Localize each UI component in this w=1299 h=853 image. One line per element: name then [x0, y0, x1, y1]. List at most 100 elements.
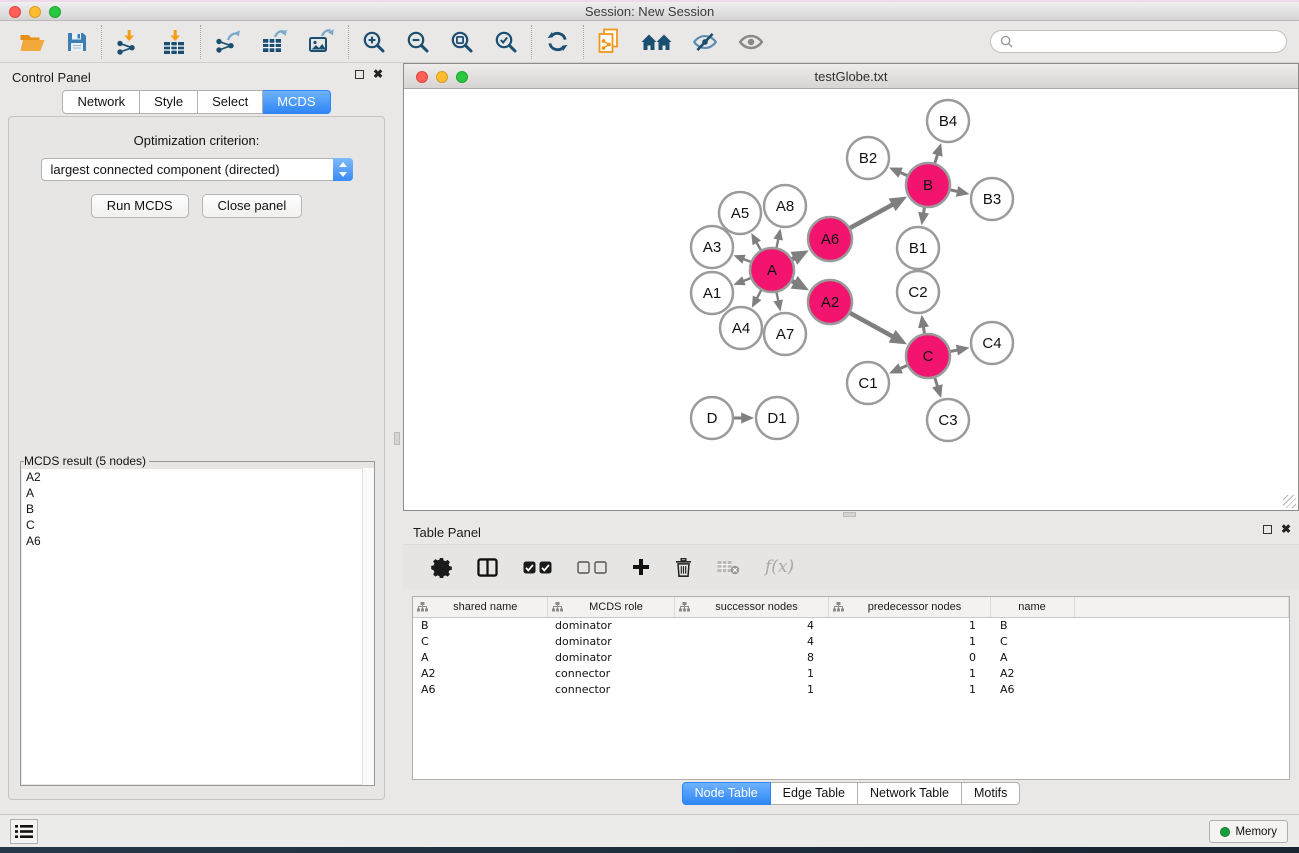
cell-shared-name[interactable]: B [413, 617, 547, 633]
graph-node-A3[interactable]: A3 [691, 226, 733, 268]
function-builder-button[interactable]: f(x) [765, 557, 794, 577]
close-panel-icon[interactable]: ✖ [1281, 525, 1291, 534]
cell-shared-name[interactable]: A [413, 649, 547, 665]
export-table-button[interactable] [261, 29, 288, 55]
table-tab-network-table[interactable]: Network Table [858, 782, 962, 805]
cell-shared-name[interactable]: C [413, 633, 547, 649]
graph-node-B[interactable]: B [906, 163, 950, 207]
delete-column-button[interactable] [675, 558, 692, 577]
table-row[interactable]: Cdominator41C [413, 633, 1289, 649]
graph-node-C2[interactable]: C2 [897, 271, 939, 313]
cell-successor-nodes[interactable]: 8 [674, 649, 828, 665]
table-row[interactable]: Bdominator41B [413, 617, 1289, 633]
cell-name[interactable]: C [990, 633, 1074, 649]
close-panel-button[interactable]: Close panel [202, 194, 303, 218]
window-resize-grip[interactable] [1283, 495, 1296, 508]
table-row[interactable]: A2connector11A2 [413, 665, 1289, 681]
cell-mcds-role[interactable]: dominator [547, 633, 674, 649]
table-tab-edge-table[interactable]: Edge Table [771, 782, 858, 805]
select-all-columns-button[interactable] [523, 561, 552, 574]
export-image-button[interactable] [308, 29, 335, 55]
tab-mcds[interactable]: MCDS [263, 90, 330, 114]
vertical-splitter[interactable] [391, 63, 403, 813]
graph-node-A8[interactable]: A8 [764, 185, 806, 227]
table-row[interactable]: Adominator80A [413, 649, 1289, 665]
column-header-name[interactable]: name [990, 597, 1074, 617]
tab-select[interactable]: Select [198, 90, 263, 114]
graph-node-A4[interactable]: A4 [720, 307, 762, 349]
optimization-criterion-select[interactable]: largest connected component (directed) [41, 158, 353, 181]
show-columns-button[interactable] [477, 558, 498, 577]
home-button[interactable] [641, 31, 672, 53]
column-header-shared-name[interactable]: shared name [413, 597, 547, 617]
network-canvas[interactable]: B4B2BB3A8A5A6A3B1AA1C2A2A4A7C4CC1C3DD1 [404, 89, 1298, 510]
unselect-all-columns-button[interactable] [577, 561, 607, 574]
table-tab-motifs[interactable]: Motifs [962, 782, 1020, 805]
memory-button[interactable]: Memory [1209, 820, 1288, 843]
cell-predecessor-nodes[interactable]: 1 [828, 633, 990, 649]
close-panel-icon[interactable]: ✖ [373, 70, 383, 79]
cell-name[interactable]: A6 [990, 681, 1074, 697]
run-mcds-button[interactable]: Run MCDS [91, 194, 189, 218]
tab-network[interactable]: Network [62, 90, 140, 114]
column-header-predecessor-nodes[interactable]: predecessor nodes [828, 597, 990, 617]
graph-node-C3[interactable]: C3 [927, 399, 969, 441]
mcds-result-scrollbar[interactable] [362, 468, 374, 785]
cell-successor-nodes[interactable]: 1 [674, 681, 828, 697]
network-from-selection-button[interactable] [597, 28, 621, 55]
column-header-successor-nodes[interactable]: successor nodes [674, 597, 828, 617]
cell-name[interactable]: A [990, 649, 1074, 665]
splitter-handle[interactable] [394, 432, 400, 445]
cell-mcds-role[interactable]: connector [547, 681, 674, 697]
cell-predecessor-nodes[interactable]: 0 [828, 649, 990, 665]
export-network-button[interactable] [214, 29, 241, 55]
zoom-out-button[interactable] [406, 30, 430, 54]
cell-predecessor-nodes[interactable]: 1 [828, 681, 990, 697]
graph-edge-A6-B[interactable] [848, 197, 907, 230]
graph-node-A1[interactable]: A1 [691, 272, 733, 314]
graph-node-A[interactable]: A [750, 248, 794, 292]
zoom-fit-button[interactable] [450, 30, 474, 54]
cell-shared-name[interactable]: A2 [413, 665, 547, 681]
float-panel-icon[interactable] [355, 70, 364, 79]
graph-node-D[interactable]: D [691, 397, 733, 439]
graph-node-D1[interactable]: D1 [756, 397, 798, 439]
delete-table-button[interactable] [717, 560, 740, 575]
show-graphics-details-button[interactable] [738, 32, 764, 52]
cell-name[interactable]: A2 [990, 665, 1074, 681]
float-panel-icon[interactable] [1263, 525, 1272, 534]
horizontal-splitter[interactable] [403, 511, 1299, 518]
open-session-button[interactable] [19, 31, 46, 53]
graph-edge-D-D1[interactable] [731, 413, 754, 424]
graph-node-B3[interactable]: B3 [971, 178, 1013, 220]
cell-successor-nodes[interactable]: 1 [674, 665, 828, 681]
graph-edge-A-A4[interactable] [752, 288, 763, 308]
cell-shared-name[interactable]: A6 [413, 681, 547, 697]
cell-predecessor-nodes[interactable]: 1 [828, 617, 990, 633]
save-session-button[interactable] [66, 31, 88, 53]
tab-style[interactable]: Style [140, 90, 198, 114]
task-history-button[interactable] [10, 819, 38, 844]
cell-name[interactable]: B [990, 617, 1074, 633]
table-settings-button[interactable] [431, 557, 452, 578]
graph-node-A5[interactable]: A5 [719, 192, 761, 234]
graph-node-C4[interactable]: C4 [971, 322, 1013, 364]
cell-mcds-role[interactable]: dominator [547, 649, 674, 665]
graph-node-A6[interactable]: A6 [808, 217, 852, 261]
graph-edge-A2-C[interactable] [848, 312, 907, 345]
graph-node-A7[interactable]: A7 [764, 313, 806, 355]
graph-node-B2[interactable]: B2 [847, 137, 889, 179]
cell-successor-nodes[interactable]: 4 [674, 633, 828, 649]
cell-mcds-role[interactable]: connector [547, 665, 674, 681]
graph-node-B4[interactable]: B4 [927, 100, 969, 142]
splitter-handle[interactable] [843, 512, 856, 517]
table-tab-node-table[interactable]: Node Table [682, 782, 771, 805]
graph-node-A2[interactable]: A2 [808, 280, 852, 324]
graph-node-C1[interactable]: C1 [847, 362, 889, 404]
create-column-button[interactable] [632, 558, 650, 576]
zoom-selected-button[interactable] [494, 30, 518, 54]
graph-node-C[interactable]: C [906, 334, 950, 378]
refresh-network-button[interactable] [545, 29, 570, 54]
cell-mcds-role[interactable]: dominator [547, 617, 674, 633]
column-header-mcds-role[interactable]: MCDS role [547, 597, 674, 617]
